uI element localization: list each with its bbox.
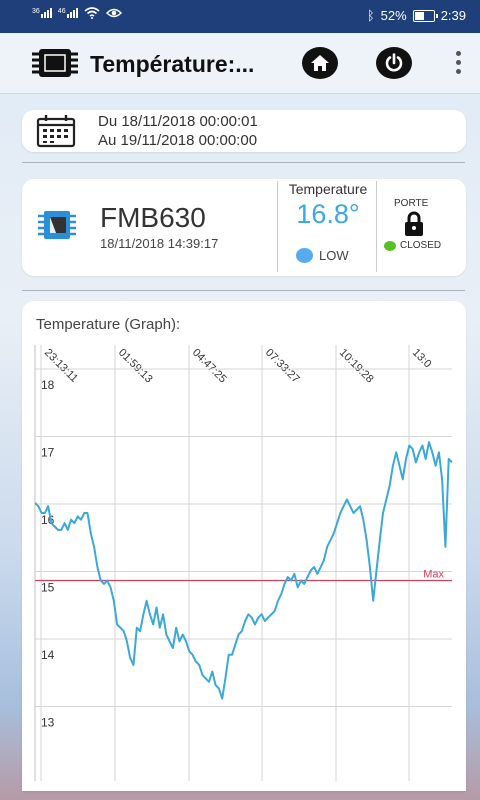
divider [22,290,465,291]
signal-label: 36 [32,8,40,15]
power-button[interactable] [376,47,412,79]
signal-label: 46 [57,8,66,15]
divider [376,181,377,272]
chip-icon [32,49,78,77]
lock-icon [405,211,423,236]
y-tick-label: 14 [41,648,55,662]
temperature-chart[interactable]: 23:13:11 01:59:13 04:47:25 07:33:27 10:19:28… [22,301,466,791]
series-line [34,441,453,700]
signal-icon: 46 [58,8,78,18]
level-text: LOW [319,248,349,263]
signal-icon: 36 [32,8,52,18]
y-tick-label: 18 [41,378,55,392]
more-vert-icon[interactable] [456,51,462,74]
status-bar: 36 46 ᛒ 52% 2:39 [0,0,480,33]
wifi-icon [84,7,100,19]
app-bar: Température:... [0,33,480,94]
device-card[interactable]: FMB630 18/11/2018 14:39:17 Temperature 1… [22,179,466,276]
date-to: Au 19/11/2018 00:00:00 [98,132,258,149]
calendar-icon [36,115,76,148]
device-name: FMB630 [100,202,206,233]
door-label: PORTE [394,198,429,209]
device-chip-icon [38,211,76,239]
x-tick-label: 10:19:28 [337,347,376,386]
battery-percent: 52% [380,8,407,23]
temperature-value: 16.8° [296,199,360,229]
graph-card: Temperature (Graph): 23:13:11 01:59:13 04:… [22,301,466,791]
temperature-label: Temperature [288,181,368,197]
battery-icon [412,9,438,22]
clock: 2:39 [440,8,466,23]
home-button[interactable] [302,47,338,79]
device-timestamp: 18/11/2018 14:39:17 [100,236,219,251]
level-indicator [296,248,313,263]
y-tick-label: 17 [41,446,55,460]
date-range-card[interactable]: Du 18/11/2018 00:00:01 Au 19/11/2018 00:… [22,110,466,152]
eye-icon [105,8,122,18]
home-icon [311,55,329,71]
door-status-indicator [384,241,396,251]
x-tick-label: 13:0 [410,347,434,371]
page-title: Température:... [90,51,255,77]
y-tick-label: 15 [41,581,55,595]
divider [22,162,465,163]
divider [277,181,278,272]
x-tick-label: 04:47:25 [190,347,229,386]
y-tick-label: 13 [41,716,55,730]
x-tick-label: 07:33:27 [263,347,302,386]
power-icon [385,53,403,72]
bluetooth-icon: ᛒ [366,8,375,23]
threshold-label: Max [423,569,444,581]
x-tick-label: 01:59:13 [116,347,155,386]
door-status: CLOSED [400,240,442,251]
date-from: Du 18/11/2018 00:00:01 [98,113,258,130]
